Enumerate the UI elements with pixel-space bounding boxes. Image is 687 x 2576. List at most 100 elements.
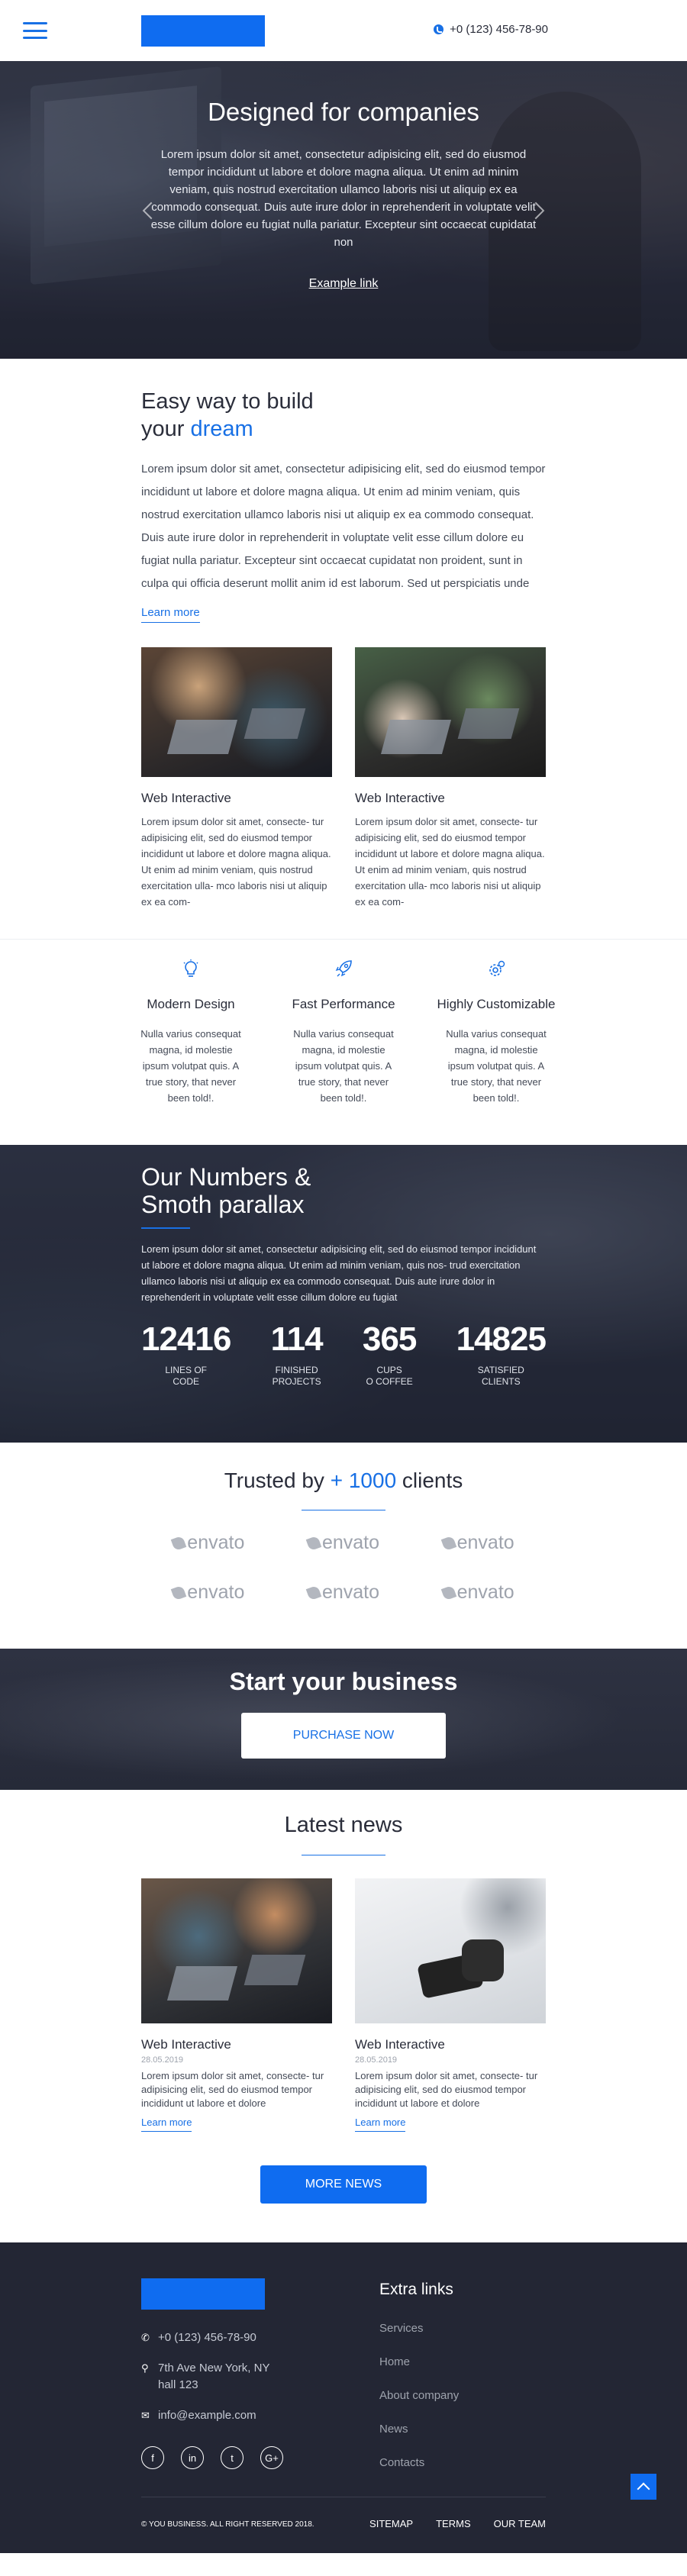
hero-text: Lorem ipsum dolor sit amet, consectetur … <box>150 148 537 249</box>
about-title: Easy way to build your dream <box>141 388 546 443</box>
stats-row: 12416 LINES OF CODE 114 FINISHED PROJECTS … <box>141 1320 547 1388</box>
card-text: Lorem ipsum dolor sit amet, consecte- tu… <box>355 816 545 908</box>
hero-content: Designed for companies Lorem ipsum dolor… <box>0 98 687 291</box>
more-news-button[interactable]: MORE NEWS <box>260 2165 427 2204</box>
about-title-accent: dream <box>190 417 253 441</box>
logo[interactable] <box>141 15 265 47</box>
news-item-date: 28.05.2019 <box>141 2055 184 2065</box>
footer-address: ⚲ 7th Ave New York, NY hall 123 <box>141 2360 269 2394</box>
linkedin-icon[interactable]: in <box>181 2446 204 2469</box>
about-section: Easy way to build your dream Lorem ipsum… <box>0 359 687 910</box>
envato-leaf-icon <box>440 1585 456 1601</box>
about-title-prefix: your <box>141 417 185 441</box>
twitter-icon[interactable]: t <box>221 2446 244 2469</box>
header-phone[interactable]: +0 (123) 456-78-90 <box>434 23 548 36</box>
team-laptop-photo <box>355 647 546 777</box>
feature-text: Nulla varius consequat magna, id molesti… <box>293 1028 394 1104</box>
news-title: Latest news <box>284 1813 403 1837</box>
social-links: f in t G+ <box>141 2446 283 2469</box>
numbers-divider <box>141 1227 190 1229</box>
feature-title: Highly Customizable <box>437 997 556 1011</box>
card-title: Web Interactive <box>355 791 445 805</box>
trusted-title: Trusted by + 1000 clients <box>224 1469 463 1492</box>
feature-item: Fast Performance Nulla varius consequat … <box>279 959 408 1145</box>
stat-value: 365 <box>362 1320 417 1358</box>
news-learn-more-link[interactable]: Learn more <box>355 2117 406 2132</box>
news-photo-devices[interactable] <box>355 1878 546 2023</box>
client-logo[interactable]: envato <box>141 1532 276 1554</box>
site-header: +0 (123) 456-78-90 <box>0 0 687 61</box>
numbers-title-line1: Our Numbers & <box>141 1163 311 1191</box>
client-logo[interactable]: envato <box>411 1581 546 1604</box>
stat-value: 14825 <box>456 1320 547 1358</box>
envato-leaf-icon <box>305 1535 322 1551</box>
about-learn-more-link[interactable]: Learn more <box>141 606 200 623</box>
menu-icon[interactable] <box>23 22 47 39</box>
stat-label: SATISFIED CLIENTS <box>477 1365 524 1387</box>
envelope-icon: ✉ <box>141 2410 150 2421</box>
about-card: Web Interactive Lorem ipsum dolor sit am… <box>355 647 546 910</box>
numbers-text: Lorem ipsum dolor sit amet, consectetur … <box>141 1243 537 1303</box>
feature-text: Nulla varius consequat magna, id molesti… <box>446 1028 547 1104</box>
news-item: Web Interactive 28.05.2019 Lorem ipsum d… <box>141 1878 332 2132</box>
numbers-section: Our Numbers & Smoth parallax Lorem ipsum… <box>0 1145 687 1443</box>
features-section: Modern Design Nulla varius consequat mag… <box>0 939 687 1145</box>
gear-icon <box>489 960 505 976</box>
lightbulb-icon <box>183 959 198 977</box>
envato-leaf-icon <box>171 1585 187 1601</box>
envato-leaf-icon <box>171 1535 187 1551</box>
news-photo-team[interactable] <box>141 1878 332 2023</box>
client-logo[interactable]: envato <box>411 1532 546 1554</box>
google-plus-icon[interactable]: G+ <box>260 2446 283 2469</box>
news-list: Web Interactive 28.05.2019 Lorem ipsum d… <box>141 1878 546 2132</box>
hero-slider: Designed for companies Lorem ipsum dolor… <box>0 61 687 359</box>
cta-title: Start your business <box>229 1668 458 1695</box>
team-meeting-photo <box>141 647 332 777</box>
footer-phone[interactable]: ✆ +0 (123) 456-78-90 <box>141 2329 256 2346</box>
footer-link-news[interactable]: News <box>379 2423 459 2456</box>
news-learn-more-link[interactable]: Learn more <box>141 2117 192 2132</box>
header-phone-number: +0 (123) 456-78-90 <box>450 23 548 36</box>
feature-title: Fast Performance <box>292 997 395 1011</box>
feature-text: Nulla varius consequat magna, id molesti… <box>140 1028 241 1104</box>
card-title: Web Interactive <box>141 791 231 805</box>
news-item-text: Lorem ipsum dolor sit amet, consecte- tu… <box>355 2070 538 2109</box>
feature-item: Modern Design Nulla varius consequat mag… <box>126 959 256 1145</box>
client-logo[interactable]: envato <box>141 1581 276 1604</box>
envato-leaf-icon <box>440 1535 456 1551</box>
phone-icon: ✆ <box>141 2332 150 2343</box>
footer-link-services[interactable]: Services <box>379 2322 459 2355</box>
footer-nav-terms[interactable]: TERMS <box>436 2518 471 2529</box>
client-logos: envato envato envato envato envato envat… <box>141 1532 546 1604</box>
about-title-line1: Easy way to build <box>141 389 314 414</box>
scroll-to-top-button[interactable] <box>631 2474 656 2500</box>
rocket-icon <box>335 960 352 977</box>
footer-logo[interactable] <box>141 2278 265 2310</box>
extra-links-title: Extra links <box>379 2281 453 2298</box>
facebook-icon[interactable]: f <box>141 2446 164 2469</box>
feature-title: Modern Design <box>147 997 235 1011</box>
numbers-title-line2: Smoth parallax <box>141 1191 305 1218</box>
news-item-text: Lorem ipsum dolor sit amet, consecte- tu… <box>141 2070 324 2109</box>
about-card: Web Interactive Lorem ipsum dolor sit am… <box>141 647 332 910</box>
hero-example-link[interactable]: Example link <box>309 277 379 291</box>
client-logo[interactable]: envato <box>276 1532 411 1554</box>
client-logo[interactable]: envato <box>276 1581 411 1604</box>
cta-section: Start your business PURCHASE NOW <box>0 1649 687 1790</box>
news-item-title[interactable]: Web Interactive <box>355 2037 546 2052</box>
news-item-title[interactable]: Web Interactive <box>141 2037 332 2052</box>
footer-nav-sitemap[interactable]: SITEMAP <box>369 2518 413 2529</box>
footer-email[interactable]: ✉ info@example.com <box>141 2407 256 2424</box>
stat-item: 14825 SATISFIED CLIENTS <box>456 1320 547 1388</box>
stat-label: LINES OF CODE <box>165 1365 208 1387</box>
news-section: Latest news Web Interactive 28.05.2019 L… <box>0 1790 687 2242</box>
stat-value: 114 <box>270 1320 324 1358</box>
about-text: Lorem ipsum dolor sit amet, consectetur … <box>141 463 546 590</box>
footer-link-home[interactable]: Home <box>379 2355 459 2389</box>
footer-link-contacts[interactable]: Contacts <box>379 2456 459 2490</box>
footer-nav-our-team[interactable]: OUR TEAM <box>494 2518 546 2529</box>
news-item: Web Interactive 28.05.2019 Lorem ipsum d… <box>355 1878 546 2132</box>
footer-link-about[interactable]: About company <box>379 2389 459 2423</box>
footer-bottom-nav: SITEMAP TERMS OUR TEAM <box>369 2518 546 2529</box>
purchase-now-button[interactable]: PURCHASE NOW <box>241 1713 446 1759</box>
